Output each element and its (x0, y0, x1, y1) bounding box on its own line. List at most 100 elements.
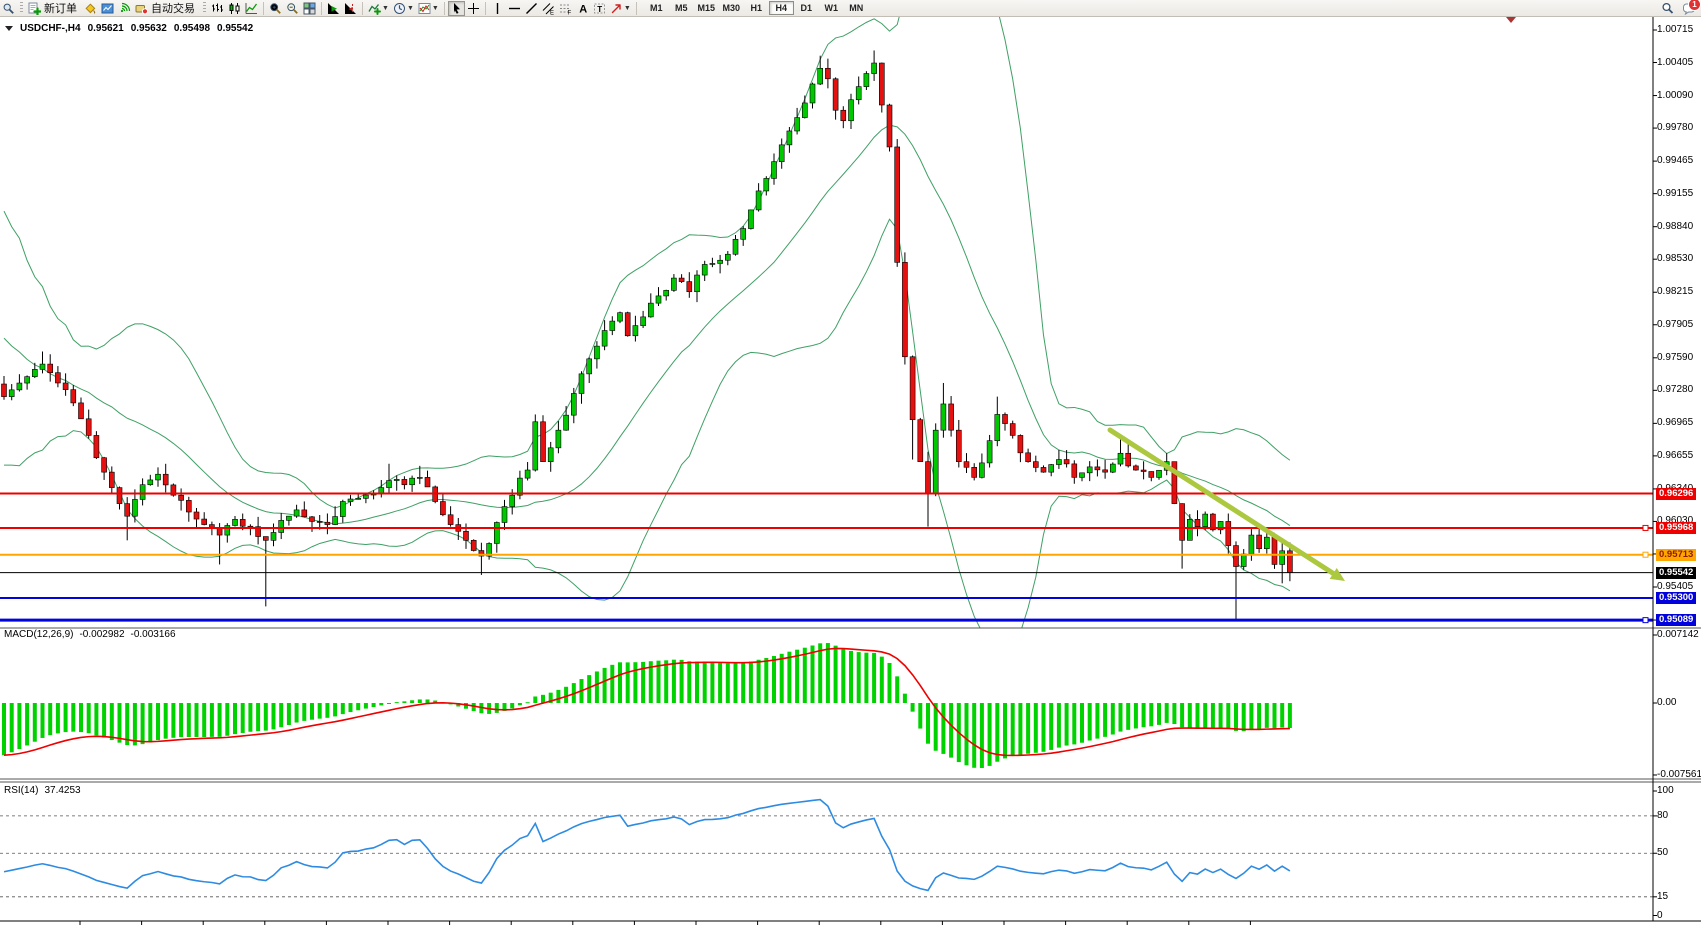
candle-body[interactable] (1064, 460, 1069, 464)
candle-body[interactable] (1226, 521, 1231, 545)
crosshair-button[interactable] (465, 1, 482, 16)
candle-body[interactable] (602, 331, 607, 347)
candle-body[interactable] (533, 422, 538, 470)
candle-body[interactable] (787, 131, 792, 145)
candle-body[interactable] (918, 420, 923, 462)
candle-body[interactable] (979, 463, 984, 477)
candle-body[interactable] (1095, 467, 1100, 470)
candle-body[interactable] (1241, 554, 1246, 567)
candle-body[interactable] (510, 495, 515, 506)
candle-body[interactable] (633, 326, 638, 336)
symbol-info-line[interactable]: USDCHF-,H4 0.95621 0.95632 0.95498 0.955… (5, 23, 253, 34)
candle-body[interactable] (333, 517, 338, 525)
candle-body[interactable] (764, 178, 769, 191)
candle-body[interactable] (163, 474, 168, 485)
candle-body[interactable] (1003, 414, 1008, 423)
candle-body[interactable] (902, 262, 907, 356)
price-line-badge[interactable]: 0.95968 (1656, 522, 1696, 534)
candle-body[interactable] (1033, 462, 1038, 468)
candle-body[interactable] (972, 467, 977, 477)
candle-body[interactable] (887, 105, 892, 147)
candle-body[interactable] (186, 500, 191, 512)
candle-body[interactable] (9, 390, 14, 397)
candle-body[interactable] (1110, 464, 1115, 472)
timeframe-h1-button[interactable]: H1 (744, 1, 769, 15)
price-line-badge[interactable]: 0.96296 (1656, 488, 1696, 500)
candle-body[interactable] (1149, 472, 1154, 478)
candle-body[interactable] (872, 63, 877, 73)
candle-body[interactable] (779, 145, 784, 162)
candle-body[interactable] (156, 474, 161, 480)
timeframe-m5-button[interactable]: M5 (669, 1, 694, 15)
candle-body[interactable] (202, 519, 207, 525)
candle-body[interactable] (471, 540, 476, 550)
candle-body[interactable] (340, 502, 345, 517)
candle-body[interactable] (17, 383, 22, 390)
candle-body[interactable] (1087, 467, 1092, 473)
candle-body[interactable] (710, 263, 715, 264)
candle-body[interactable] (356, 498, 361, 499)
candle-body[interactable] (725, 254, 730, 260)
candle-body[interactable] (440, 502, 445, 515)
candle-body[interactable] (294, 510, 299, 516)
candle-body[interactable] (179, 495, 184, 500)
candle-body[interactable] (702, 264, 707, 275)
candle-body[interactable] (263, 537, 268, 541)
indicators-button[interactable]: ▼ (366, 1, 391, 16)
timeframe-m30-button[interactable]: M30 (719, 1, 744, 15)
candle-body[interactable] (648, 303, 653, 317)
candle-body[interactable] (55, 373, 60, 383)
candle-body[interactable] (1080, 473, 1085, 478)
draw-fibonacci-button[interactable]: F (557, 1, 574, 16)
candle-body[interactable] (594, 346, 599, 359)
candle-body[interactable] (795, 118, 800, 131)
candle-body[interactable] (1249, 535, 1254, 554)
candle-body[interactable] (286, 516, 291, 520)
timeframe-m1-button[interactable]: M1 (644, 1, 669, 15)
candle-body[interactable] (695, 275, 700, 292)
candle-body[interactable] (618, 313, 623, 321)
styler-button[interactable] (82, 1, 99, 16)
candle-body[interactable] (240, 519, 245, 526)
candle-body[interactable] (1018, 435, 1023, 452)
candle-body[interactable] (502, 507, 507, 523)
tile-windows-button[interactable] (301, 1, 318, 16)
candle-body[interactable] (679, 278, 684, 282)
candle-body[interactable] (363, 495, 368, 498)
candle-body[interactable] (548, 448, 553, 462)
candle-body[interactable] (1010, 424, 1015, 436)
candle-body[interactable] (132, 499, 137, 516)
candle-body[interactable] (1141, 470, 1146, 471)
chart-window[interactable]: USDCHF-,H4 0.95621 0.95632 0.95498 0.955… (0, 16, 1701, 940)
zoom-in-button[interactable] (267, 1, 284, 16)
candle-body[interactable] (610, 321, 615, 330)
candle-body[interactable] (833, 79, 838, 110)
candle-body[interactable] (86, 419, 91, 436)
candle-body[interactable] (587, 359, 592, 374)
candle-body[interactable] (71, 390, 76, 403)
timeframe-w1-button[interactable]: W1 (819, 1, 844, 15)
hline-handle[interactable] (1643, 552, 1648, 557)
cursor-button[interactable] (448, 1, 465, 16)
candle-body[interactable] (772, 162, 777, 179)
candle-body[interactable] (279, 520, 284, 532)
draw-channel-button[interactable]: E (540, 1, 557, 16)
candle-body[interactable] (233, 519, 238, 525)
candle-body[interactable] (1026, 453, 1031, 462)
candle-body[interactable] (956, 430, 961, 461)
candle-body[interactable] (625, 313, 630, 336)
candle-body[interactable] (741, 229, 746, 240)
candle-body[interactable] (1195, 519, 1200, 526)
new-order-button[interactable]: 新订单 (26, 1, 82, 16)
candle-body[interactable] (949, 404, 954, 430)
candle-body[interactable] (733, 239, 738, 254)
candle-body[interactable] (1133, 466, 1138, 470)
candle-body[interactable] (1056, 460, 1061, 465)
candle-body[interactable] (410, 478, 415, 485)
templates-button[interactable]: ▼ (416, 1, 441, 16)
candle-body[interactable] (1180, 504, 1185, 541)
candle-body[interactable] (1272, 537, 1277, 564)
candle-body[interactable] (818, 68, 823, 84)
candle-body[interactable] (802, 103, 807, 118)
candle-body[interactable] (656, 296, 661, 303)
